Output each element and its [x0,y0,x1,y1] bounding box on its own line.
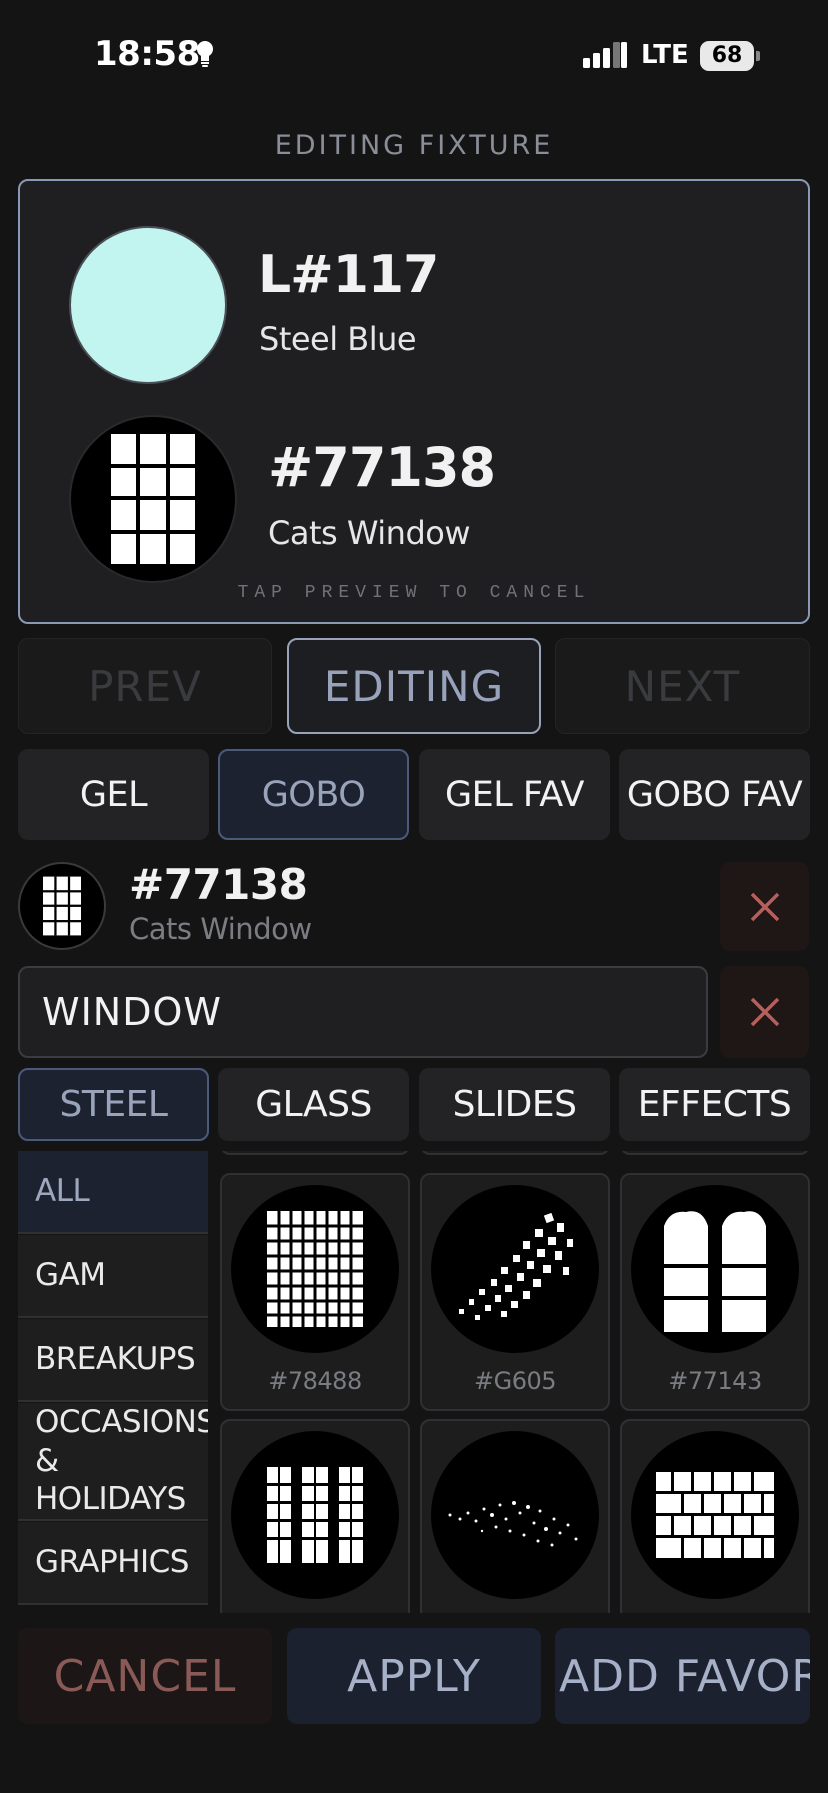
preview-color-code: L#117 [258,245,439,305]
network-type: LTE [641,40,689,70]
gobo-tile[interactable]: #G605 [420,1173,610,1411]
cats-window-icon [111,434,195,564]
scattered-windows-icon [431,1185,599,1353]
prev-button[interactable]: PREV [18,638,272,734]
sidebar-item-all[interactable]: ALL [18,1151,208,1234]
gobo-code: #G605 [473,1367,557,1395]
tab-gel-fav[interactable]: GEL FAV [419,749,610,840]
close-icon [750,892,779,921]
triple-window-icon [231,1431,399,1599]
clear-search-button[interactable] [720,966,809,1058]
cancel-button[interactable]: CANCEL [18,1628,272,1724]
sidebar-item-graphics[interactable]: GRAPHICS [18,1522,208,1605]
lightbulb-icon [197,41,213,67]
tab-gel[interactable]: GEL [18,749,209,840]
tile-stub [620,1151,810,1155]
preview-gobo-code: #77138 [268,436,496,499]
preview-gobo-image [69,415,237,583]
selected-gobo-image [18,862,106,950]
status-time: 18:58 [94,34,200,74]
close-icon [750,997,779,1027]
battery-tip [756,51,760,61]
sidebar-item-breakups[interactable]: BREAKUPS [18,1319,208,1402]
gobo-code: #78488 [268,1367,362,1395]
gobo-tile[interactable] [220,1419,410,1613]
selected-gobo-code: #77138 [129,860,308,909]
category-steel[interactable]: STEEL [18,1068,209,1141]
clear-selection-button[interactable] [720,862,809,951]
brick-window-icon [631,1431,799,1599]
next-button[interactable]: NEXT [555,638,810,734]
sidebar-item-occasions[interactable]: OCCASIONS & HOLIDAYS [18,1403,208,1521]
gobo-tile[interactable]: #78488 [220,1173,410,1411]
tile-stub [420,1151,610,1155]
sidebar-item-gam[interactable]: GAM [18,1235,208,1318]
preview-color-name: Steel Blue [259,320,417,358]
sidebar: ALL GAM BREAKUPS OCCASIONS & HOLIDAYS GR… [18,1151,208,1613]
page-title: EDITING FIXTURE [274,130,554,161]
signal-icon [583,42,627,68]
category-glass[interactable]: GLASS [218,1068,409,1141]
window-grid-icon [231,1185,399,1353]
add-favorite-button[interactable]: ADD FAVORIT [555,1628,810,1724]
selected-gobo-name: Cats Window [129,912,312,946]
preview-gobo-name: Cats Window [268,514,471,552]
tile-stub [220,1151,410,1155]
battery-icon: 68 [700,41,754,71]
city-lights-icon [431,1431,599,1599]
color-swatch [69,226,227,384]
tap-preview-hint: TAP PREVIEW TO CANCEL [237,583,591,603]
gobo-tile[interactable] [620,1419,810,1613]
gobo-code: #77143 [668,1367,762,1395]
category-slides[interactable]: SLIDES [419,1068,610,1141]
gobo-grid: #78488 #G605 #77143 [220,1151,810,1613]
tab-gobo[interactable]: GOBO [218,749,409,840]
gobo-tile[interactable]: #77143 [620,1173,810,1411]
category-effects[interactable]: EFFECTS [619,1068,810,1141]
gobo-tile[interactable] [420,1419,610,1613]
cats-window-icon [43,876,81,936]
search-input[interactable]: WINDOW [18,966,708,1058]
apply-button[interactable]: APPLY [287,1628,541,1724]
arched-window-icon [631,1185,799,1353]
tab-gobo-fav[interactable]: GOBO FAV [619,749,810,840]
editing-button[interactable]: EDITING [287,638,541,734]
